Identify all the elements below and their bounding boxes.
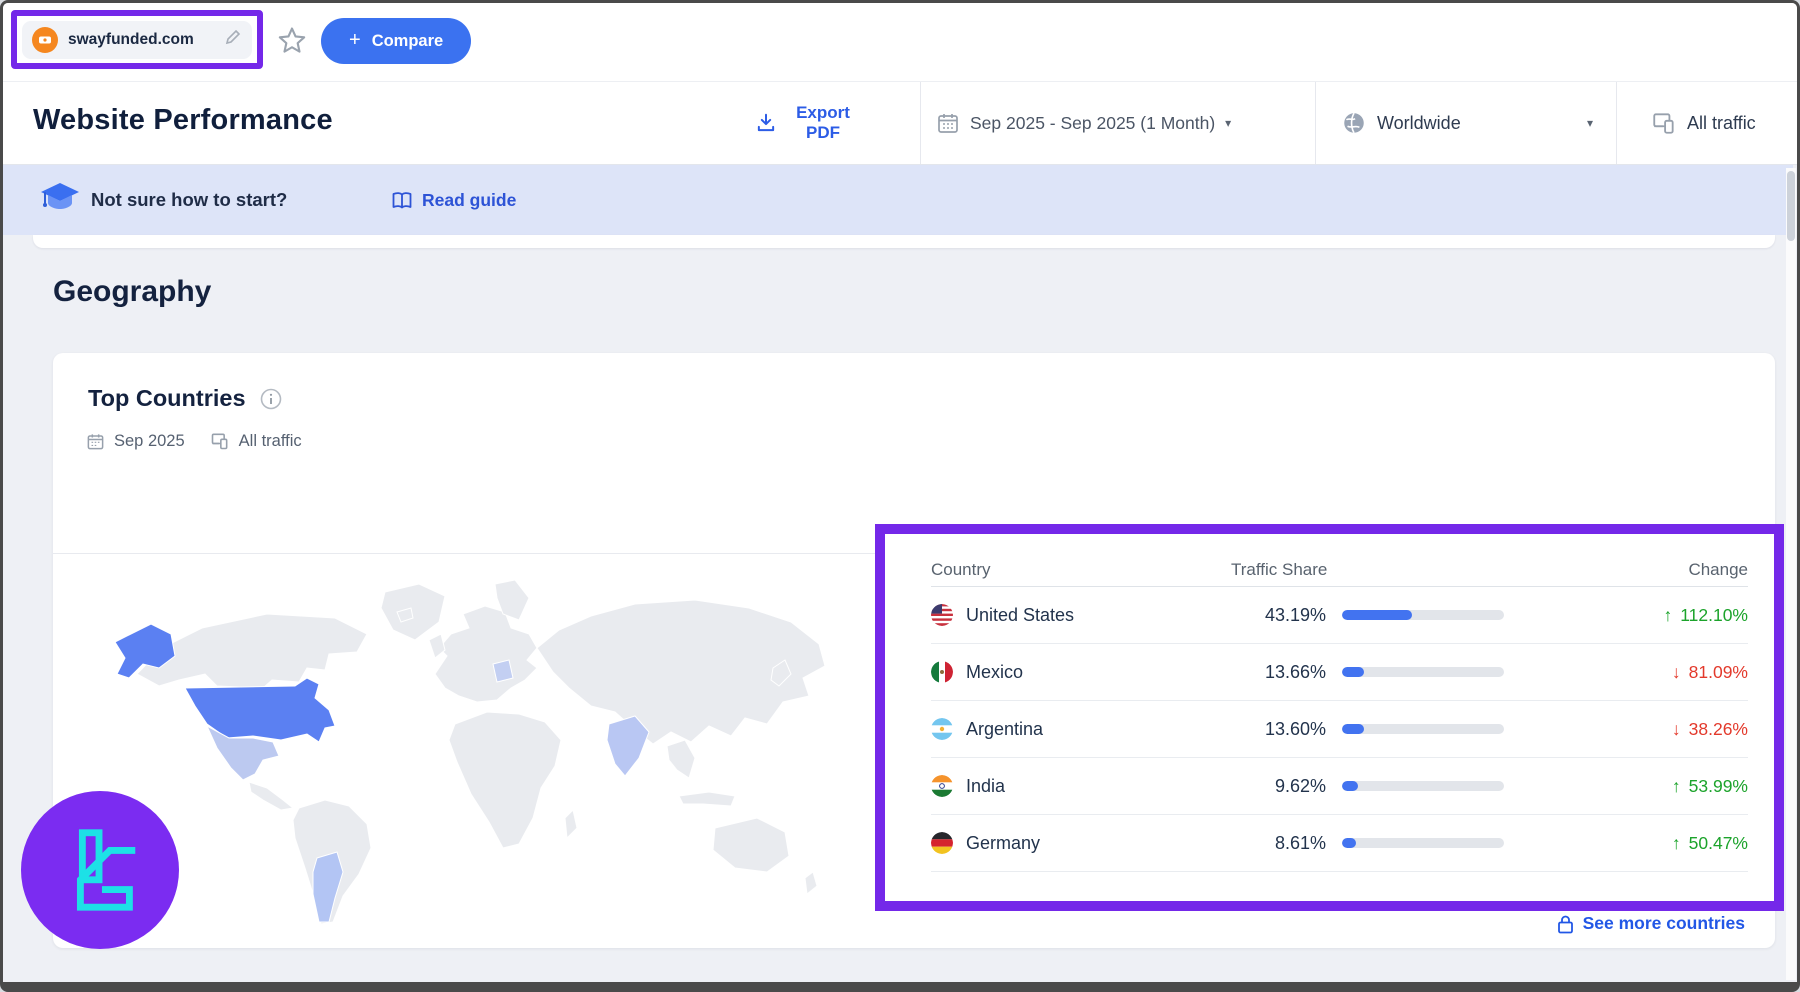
table-row: United States 43.19% ↑ 112.10%: [931, 587, 1748, 644]
change-arrow-icon: ↑: [1672, 833, 1681, 854]
country-name: Mexico: [966, 662, 1023, 683]
traffic-share-value: 13.60%: [1231, 719, 1326, 740]
traffic-share-value: 13.66%: [1231, 662, 1326, 683]
traffic-share-value: 9.62%: [1231, 776, 1326, 797]
see-more-countries-label: See more countries: [1583, 913, 1745, 934]
read-guide-label: Read guide: [422, 190, 516, 211]
card-filters-summary: Sep 2025 All traffic: [86, 431, 302, 451]
map-united-states: [185, 678, 335, 742]
change-arrow-icon: ↑: [1672, 776, 1681, 797]
traffic-share-bar: [1342, 610, 1504, 620]
world-map[interactable]: [67, 556, 867, 934]
see-more-countries-link[interactable]: See more countries: [1557, 913, 1745, 934]
country-flag-icon: [931, 604, 953, 626]
domain-input[interactable]: swayfunded.com: [22, 21, 252, 59]
book-icon: [391, 191, 413, 210]
table-row: Argentina 13.60% ↓ 38.26%: [931, 701, 1748, 758]
country-flag-icon: [931, 832, 953, 854]
country-name: Argentina: [966, 719, 1043, 740]
traffic-filter-label: All traffic: [1687, 113, 1756, 134]
card-title: Top Countries: [88, 385, 246, 412]
change-arrow-icon: ↑: [1663, 605, 1672, 626]
info-icon[interactable]: [260, 388, 282, 410]
calendar-icon: [86, 432, 105, 451]
devices-icon: [1651, 110, 1677, 136]
watermark-logo: [21, 791, 179, 949]
traffic-share-value: 43.19%: [1231, 605, 1326, 626]
logo-glyph-icon: [51, 821, 149, 919]
header-divider: [1315, 82, 1316, 164]
card-date-label: Sep 2025: [114, 432, 185, 451]
header-divider: [1616, 82, 1617, 164]
banner-text: Not sure how to start?: [91, 189, 287, 211]
top-bar: swayfunded.com + Compare: [3, 3, 1797, 81]
traffic-share-bar: [1342, 724, 1504, 734]
app-window: swayfunded.com + Compare Website Perform…: [0, 0, 1800, 992]
chevron-down-icon: ▾: [1587, 116, 1593, 130]
country-flag-icon: [931, 661, 953, 683]
compare-button[interactable]: + Compare: [321, 18, 471, 64]
card-traffic-label: All traffic: [239, 432, 302, 451]
section-title: Geography: [53, 275, 211, 309]
chevron-down-icon: ▾: [1225, 116, 1231, 130]
table-body: United States 43.19% ↑ 112.10% Mexico 13…: [931, 587, 1748, 872]
map-argentina: [313, 852, 343, 922]
col-change: Change: [1608, 560, 1748, 580]
country-flag-icon: [931, 718, 953, 740]
traffic-share-bar: [1342, 838, 1504, 848]
country-flag-icon: [931, 775, 953, 797]
map-india: [607, 716, 649, 776]
change-value: 50.47%: [1689, 833, 1748, 854]
table-header: Country Traffic Share Change: [931, 557, 1748, 587]
change-value: 81.09%: [1689, 662, 1748, 683]
read-guide-link[interactable]: Read guide: [391, 190, 516, 211]
favorite-star-icon[interactable]: [275, 24, 309, 58]
table-row: Germany 8.61% ↑ 50.47%: [931, 815, 1748, 872]
edit-domain-icon[interactable]: [224, 28, 242, 51]
globe-icon: [1341, 110, 1367, 136]
scrollbar[interactable]: [1786, 168, 1796, 980]
page-title: Website Performance: [33, 104, 333, 137]
col-traffic-share: Traffic Share: [1231, 560, 1506, 580]
plus-icon: +: [349, 29, 361, 52]
country-name: United States: [966, 605, 1074, 626]
help-banner: Not sure how to start? Read guide: [3, 165, 1793, 235]
traffic-share-value: 8.61%: [1231, 833, 1326, 854]
date-range-label: Sep 2025 - Sep 2025 (1 Month): [970, 113, 1215, 134]
country-name: India: [966, 776, 1005, 797]
countries-table-highlight: Country Traffic Share Change United Stat…: [875, 524, 1784, 911]
domain-highlight-box: swayfunded.com: [11, 10, 263, 69]
header-divider: [920, 82, 921, 164]
table-row: India 9.62% ↑ 53.99%: [931, 758, 1748, 815]
change-value: 53.99%: [1689, 776, 1748, 797]
col-country: Country: [931, 560, 1231, 580]
date-range-selector[interactable]: Sep 2025 - Sep 2025 (1 Month) ▾: [936, 82, 1231, 164]
region-label: Worldwide: [1377, 113, 1461, 134]
site-favicon-icon: [32, 27, 58, 53]
scrollbar-thumb[interactable]: [1787, 171, 1795, 241]
map-germany: [493, 660, 513, 682]
graduation-cap-icon: [39, 181, 81, 220]
compare-label: Compare: [372, 32, 444, 51]
page-header: Website Performance Export PDF Sep 2025 …: [3, 81, 1797, 165]
change-arrow-icon: ↓: [1672, 719, 1681, 740]
devices-icon: [210, 431, 230, 451]
export-pdf-label: Export PDF: [787, 103, 859, 144]
export-pdf-button[interactable]: Export PDF: [755, 82, 859, 164]
top-countries-card: Top Countries Sep 2025 All traffic: [53, 353, 1775, 948]
traffic-filter-selector[interactable]: All traffic: [1651, 82, 1756, 164]
traffic-share-bar: [1342, 667, 1504, 677]
domain-text: swayfunded.com: [68, 31, 194, 49]
change-value: 38.26%: [1689, 719, 1748, 740]
download-icon: [755, 112, 777, 134]
traffic-share-bar: [1342, 781, 1504, 791]
country-name: Germany: [966, 833, 1040, 854]
lock-icon: [1557, 914, 1574, 934]
calendar-icon: [936, 111, 960, 135]
previous-card-remnant: [33, 235, 1775, 248]
change-arrow-icon: ↓: [1672, 662, 1681, 683]
region-selector[interactable]: Worldwide ▾: [1341, 82, 1593, 164]
table-row: Mexico 13.66% ↓ 81.09%: [931, 644, 1748, 701]
change-value: 112.10%: [1680, 605, 1748, 626]
